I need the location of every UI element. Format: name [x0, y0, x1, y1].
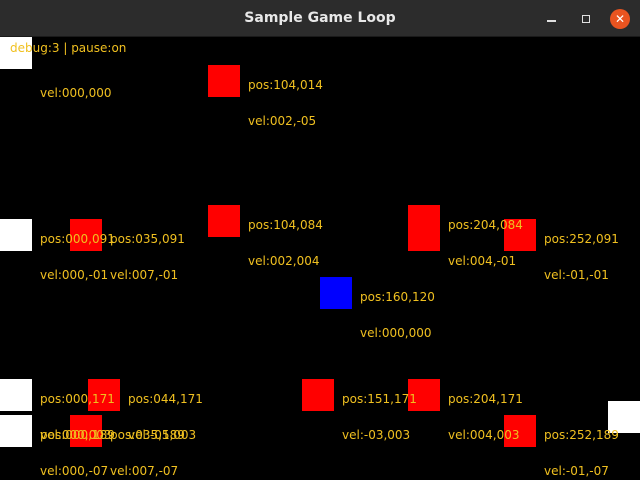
title-bar[interactable]: Sample Game Loop ✕	[0, 0, 640, 37]
game-window: Sample Game Loop ✕ vel:000,000 pos:104,0…	[0, 0, 640, 480]
entity-position: pos:252,189	[544, 428, 619, 442]
entity-label: pos:000,091 vel:000,-01	[40, 209, 115, 305]
blue-player-entity	[320, 277, 352, 309]
maximize-icon	[582, 15, 590, 23]
entity-position: pos:000,091	[40, 232, 115, 246]
entity-velocity: vel:002,-05	[248, 114, 317, 128]
entity-velocity: vel:-01,-01	[544, 268, 609, 282]
entity-position: pos:151,171	[342, 392, 417, 406]
red-entity	[408, 205, 440, 251]
debug-overlay: debug:3 | pause:on	[10, 41, 127, 55]
entity-position: pos:044,171	[128, 392, 203, 406]
entity-label: pos:104,084 vel:002,004	[248, 195, 323, 291]
entity-label: pos:204,171 vel:004,003	[448, 369, 523, 465]
game-canvas[interactable]: vel:000,000 pos:104,014 vel:002,-05 pos:…	[0, 37, 640, 480]
entity-label: pos:204,084 vel:004,-01	[448, 195, 523, 291]
entity-label: pos:035,091 vel:007,-01	[110, 209, 185, 305]
entity-label: pos:160,120 vel:000,000	[360, 267, 435, 363]
white-entity	[0, 219, 32, 251]
entity-velocity: vel:000,-01	[40, 268, 109, 282]
red-entity	[302, 379, 334, 411]
entity-velocity: vel:002,004	[248, 254, 320, 268]
entity-position: pos:104,014	[248, 78, 323, 92]
entity-velocity: vel:000,000	[360, 326, 432, 340]
red-entity	[208, 205, 240, 237]
entity-label: pos:035,189 vel:007,-07	[110, 405, 185, 480]
entity-velocity: vel:007,-01	[110, 268, 179, 282]
minimize-button[interactable]	[541, 9, 561, 29]
entity-position: pos:035,189	[110, 428, 185, 442]
entity-position: pos:204,084	[448, 218, 523, 232]
entity-velocity: vel:004,-01	[448, 254, 517, 268]
entity-position: pos:252,091	[544, 232, 619, 246]
close-icon: ✕	[614, 12, 626, 26]
white-entity	[0, 415, 32, 447]
entity-label: pos:252,091 vel:-01,-01	[544, 209, 619, 305]
entity-velocity: vel:004,003	[448, 428, 520, 442]
entity-velocity: vel:000,-07	[40, 464, 109, 478]
entity-label: pos:151,171 vel:-03,003	[342, 369, 417, 465]
entity-position: pos:160,120	[360, 290, 435, 304]
entity-label: pos:252,189 vel:-01,-07	[544, 405, 619, 480]
white-entity	[0, 379, 32, 411]
entity-position: pos:204,171	[448, 392, 523, 406]
entity-position: pos:035,091	[110, 232, 185, 246]
entity-label: pos:104,014 vel:002,-05	[248, 55, 323, 151]
red-entity	[208, 65, 240, 97]
minimize-icon	[546, 20, 556, 22]
maximize-button[interactable]	[576, 9, 596, 29]
entity-velocity: vel:-01,-07	[544, 464, 609, 478]
close-button[interactable]: ✕	[610, 9, 630, 29]
entity-velocity: vel:000,000	[40, 86, 112, 100]
entity-velocity: vel:007,-07	[110, 464, 179, 478]
entity-position: pos:000,189	[40, 428, 115, 442]
entity-label: pos:000,189 vel:000,-07	[40, 405, 115, 480]
entity-velocity: vel:-03,003	[342, 428, 411, 442]
entity-position: pos:104,084	[248, 218, 323, 232]
entity-position: pos:000,171	[40, 392, 115, 406]
